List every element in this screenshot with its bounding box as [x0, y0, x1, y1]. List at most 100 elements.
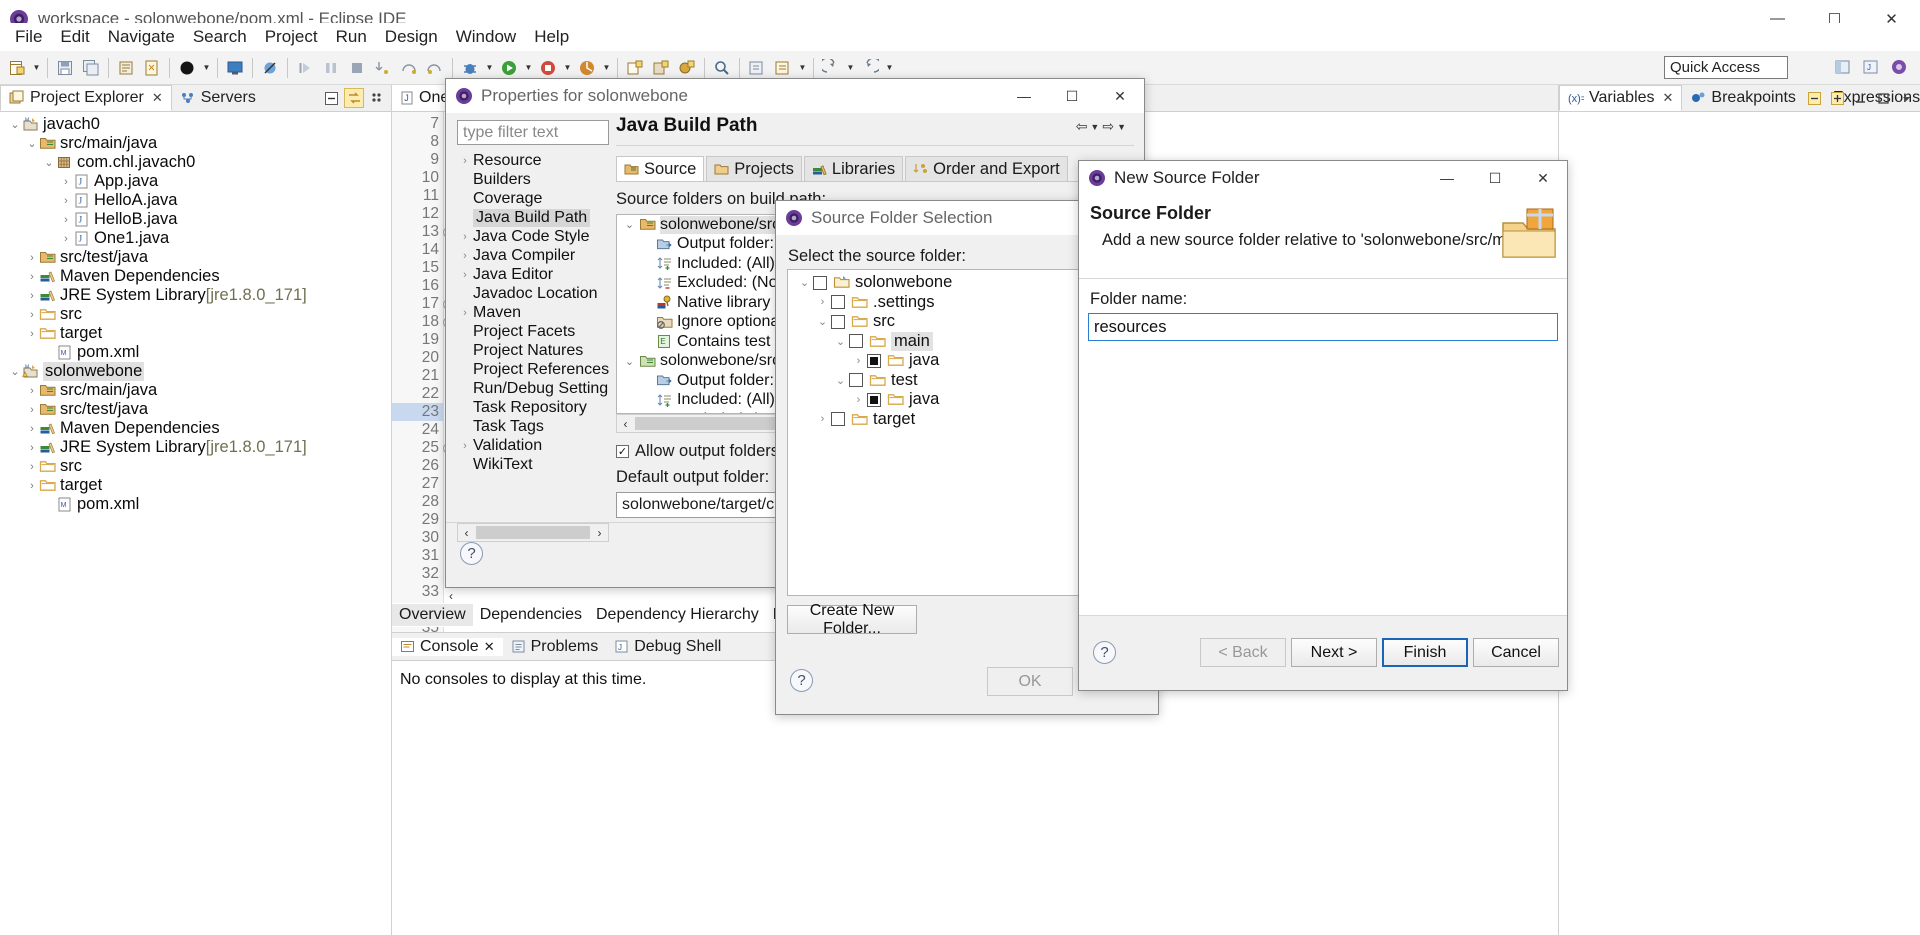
project-tree-item[interactable]: › Maven Dependencies — [0, 267, 391, 286]
chevron-right-icon[interactable]: › — [25, 461, 39, 473]
project-tree-item[interactable]: Mpom.xml — [0, 495, 391, 514]
print-icon[interactable] — [113, 55, 139, 81]
properties-category-item[interactable]: Project Facets — [457, 322, 609, 341]
back-icon[interactable]: ⇦ — [1076, 118, 1088, 135]
chevron-down-icon[interactable]: ⌄ — [25, 137, 39, 150]
chevron-right-icon[interactable]: › — [25, 328, 39, 340]
external-tools-run-icon[interactable] — [535, 55, 561, 81]
chevron-right-icon[interactable]: › — [25, 290, 39, 302]
forward-caret[interactable]: ▼ — [883, 55, 896, 81]
close-icon[interactable]: ✕ — [152, 90, 163, 106]
menu-help[interactable]: Help — [525, 24, 578, 50]
chevron-right-icon[interactable]: › — [814, 296, 831, 308]
help-icon[interactable]: ? — [460, 542, 483, 565]
java-ee-perspective-button[interactable]: J — [1858, 54, 1884, 80]
new-java-project-icon[interactable] — [622, 55, 648, 81]
project-tree-item[interactable]: ⌄ Msolonwebone — [0, 362, 391, 381]
properties-category-item[interactable]: Task Tags — [457, 417, 609, 436]
folder-checkbox[interactable] — [813, 275, 827, 290]
collapse-all-icon[interactable] — [321, 88, 341, 108]
project-tree-item[interactable]: › src/test/java — [0, 400, 391, 419]
menu-project[interactable]: Project — [256, 24, 327, 50]
resume-icon[interactable] — [292, 55, 318, 81]
coverage-caret[interactable]: ▼ — [600, 55, 613, 81]
scroll-left-arrow[interactable]: ‹ — [458, 526, 475, 540]
properties-category-item[interactable]: Javadoc Location — [457, 284, 609, 303]
forward-caret[interactable]: ▼ — [1117, 122, 1126, 132]
properties-close-button[interactable]: ✕ — [1096, 79, 1144, 113]
properties-tree-hscrollbar[interactable]: ‹ › — [457, 523, 609, 542]
chevron-down-icon[interactable]: ⌄ — [621, 355, 638, 368]
properties-category-item[interactable]: Java Build Path — [457, 208, 609, 227]
new-package-icon[interactable] — [648, 55, 674, 81]
properties-category-item[interactable]: Coverage — [457, 189, 609, 208]
properties-category-item[interactable]: Run/Debug Setting — [457, 379, 609, 398]
menu-file[interactable]: File — [6, 24, 51, 50]
open-task-icon[interactable] — [770, 55, 796, 81]
create-new-folder-button[interactable]: Create New Folder... — [787, 602, 917, 637]
chevron-down-icon[interactable]: ⌄ — [796, 276, 813, 289]
allow-output-folders-checkbox[interactable]: ✓ — [616, 445, 629, 458]
chevron-right-icon[interactable]: › — [25, 423, 39, 435]
folder-checkbox[interactable] — [849, 334, 863, 349]
chevron-down-icon[interactable]: ⌄ — [814, 315, 831, 328]
tab-project-explorer[interactable]: Project Explorer ✕ — [0, 85, 172, 111]
step-over-icon[interactable] — [396, 55, 422, 81]
chevron-right-icon[interactable]: › — [25, 252, 39, 264]
run-icon[interactable] — [496, 55, 522, 81]
open-caret[interactable]: ▼ — [796, 55, 809, 81]
save-all-icon[interactable] — [78, 55, 104, 81]
folder-name-input[interactable]: resources — [1088, 313, 1558, 341]
project-tree-item[interactable]: › src/test/java — [0, 248, 391, 267]
search-icon[interactable] — [709, 55, 735, 81]
view-menu-icon[interactable] — [367, 88, 387, 108]
filter-input[interactable]: type filter text — [457, 120, 609, 145]
properties-category-item[interactable]: › Validation — [457, 436, 609, 455]
minimize-icon[interactable] — [1850, 88, 1870, 108]
new-wizard-icon[interactable] — [4, 55, 30, 81]
open-perspective-icon[interactable] — [222, 55, 248, 81]
back-caret[interactable]: ▼ — [844, 55, 857, 81]
chevron-right-icon[interactable]: › — [457, 155, 473, 167]
properties-minimize-button[interactable]: — — [1000, 79, 1048, 113]
properties-category-item[interactable]: › Java Editor — [457, 265, 609, 284]
debug-caret[interactable]: ▼ — [483, 55, 496, 81]
project-tree-item[interactable]: › src — [0, 457, 391, 476]
help-icon[interactable]: ? — [1093, 641, 1116, 664]
nsf-minimize-button[interactable]: — — [1423, 161, 1471, 195]
scrollbar-thumb[interactable] — [476, 526, 590, 539]
tab-breakpoints[interactable]: Breakpoints — [1682, 85, 1804, 111]
menu-window[interactable]: Window — [447, 24, 525, 50]
pom-tab-overview[interactable]: Overview — [392, 604, 473, 626]
chevron-down-icon[interactable]: ⌄ — [42, 156, 56, 169]
project-tree-item[interactable]: › Maven Dependencies — [0, 419, 391, 438]
expand-all-icon[interactable] — [1827, 88, 1847, 108]
chevron-down-icon[interactable]: ⌄ — [621, 218, 638, 231]
chevron-right-icon[interactable]: › — [25, 480, 39, 492]
chevron-down-icon[interactable]: ⌄ — [832, 374, 849, 387]
chevron-right-icon[interactable]: › — [59, 176, 73, 188]
project-tree-item[interactable]: ⌄ src/main/java — [0, 134, 391, 153]
external-tools-icon[interactable] — [139, 55, 165, 81]
scroll-right-arrow[interactable]: › — [591, 526, 608, 540]
pom-tab-dependencies[interactable]: Dependencies — [473, 604, 589, 626]
tab-order-and-export[interactable]: Order and Export — [905, 156, 1068, 181]
ok-button[interactable]: OK — [987, 667, 1073, 696]
chevron-right-icon[interactable]: › — [59, 214, 73, 226]
save-icon[interactable] — [52, 55, 78, 81]
folder-checkbox[interactable] — [831, 314, 845, 329]
folder-checkbox[interactable] — [831, 295, 845, 310]
tab-variables[interactable]: (x)= Variables ✕ — [1559, 85, 1683, 111]
external-tools-caret[interactable]: ▼ — [561, 55, 574, 81]
project-tree-item[interactable]: › src — [0, 305, 391, 324]
chevron-right-icon[interactable]: › — [59, 233, 73, 245]
tab-servers[interactable]: Servers — [171, 85, 264, 111]
nsf-maximize-button[interactable]: ☐ — [1471, 161, 1519, 195]
scroll-left-arrow[interactable]: ‹ — [444, 589, 458, 603]
skip-breakpoints-icon[interactable] — [257, 55, 283, 81]
chevron-down-icon[interactable]: ⌄ — [832, 335, 849, 348]
chevron-right-icon[interactable]: › — [25, 404, 39, 416]
forward-icon[interactable] — [857, 55, 883, 81]
debug-icon[interactable] — [457, 55, 483, 81]
step-into-icon[interactable] — [370, 55, 396, 81]
